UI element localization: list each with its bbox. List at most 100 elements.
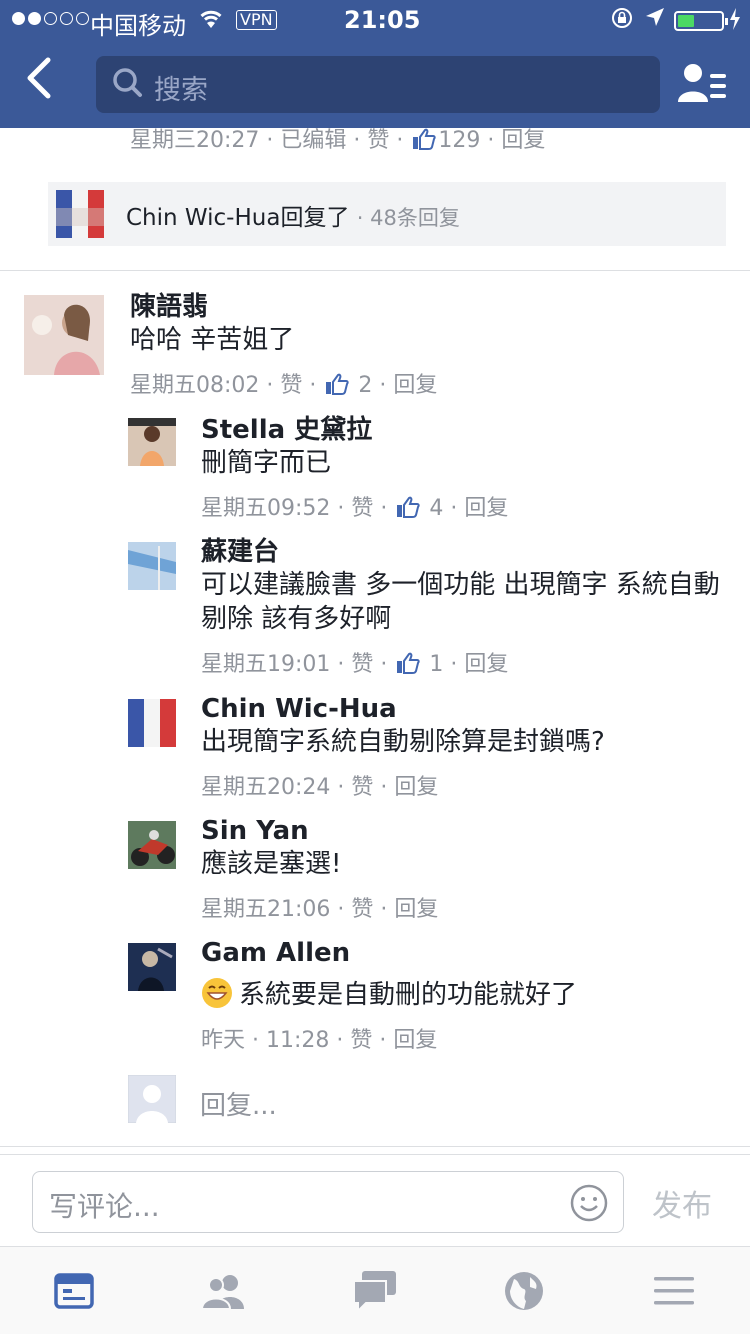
comment-placeholder: 写评论...	[49, 1190, 160, 1223]
reply-link[interactable]: 回复	[393, 373, 437, 398]
comment-time: 昨天 · 11:28	[201, 1028, 330, 1053]
thumbs-up-icon	[413, 128, 437, 150]
friend-requests-button[interactable]	[678, 62, 728, 110]
comment-text: 可以建議臉書 多一個功能 出現簡字 系統自動剔除 該有多好啊	[201, 570, 720, 634]
like-link[interactable]: 赞	[351, 897, 373, 922]
emoji-button[interactable]	[569, 1183, 609, 1227]
friend-requests-icon	[678, 64, 726, 102]
comment-text-row: 系統要是自動刪的功能就好了	[201, 977, 741, 1012]
search-bar[interactable]: 搜索	[96, 56, 660, 113]
news-feed-icon	[54, 1273, 94, 1309]
like-link[interactable]: 赞	[351, 496, 373, 521]
tab-menu[interactable]	[652, 1269, 698, 1315]
like-count: 4	[429, 496, 444, 521]
like-link[interactable]: 赞	[351, 775, 373, 800]
like-count: 129	[438, 128, 481, 153]
comment-text: 系統要是自動刪的功能就好了	[239, 980, 578, 1010]
search-placeholder: 搜索	[154, 75, 208, 106]
comment-text: 應該是塞選!	[201, 849, 342, 879]
like-link[interactable]: 赞	[350, 1028, 372, 1053]
thumbs-up-icon	[397, 496, 421, 518]
comment-time: 星期三20:27	[130, 128, 260, 153]
menu-icon	[654, 1277, 694, 1305]
avatar[interactable]	[128, 542, 176, 590]
tab-messages[interactable]	[352, 1269, 398, 1315]
comment-author[interactable]: Chin Wic-Hua	[201, 693, 741, 725]
comment-text: 刪簡字而已	[201, 448, 332, 478]
like-count: 1	[429, 652, 444, 677]
signal-strength-icon	[12, 12, 89, 25]
reply-link[interactable]: 回复	[501, 128, 545, 153]
reply-placeholder: 回复...	[200, 1091, 277, 1121]
comment-time: 星期五19:01	[201, 652, 331, 677]
like-link[interactable]: 赞	[280, 373, 302, 398]
default-avatar-icon	[127, 1074, 177, 1124]
reply-link[interactable]: 回复	[464, 652, 508, 677]
comment-meta: 星期五21:06 · 赞 · 回复	[201, 897, 439, 922]
location-arrow-icon	[644, 6, 666, 36]
back-button[interactable]	[24, 56, 64, 112]
vpn-badge: VPN	[236, 10, 277, 30]
reply-link[interactable]: 回复	[464, 496, 508, 521]
comment-meta: 星期五20:24 · 赞 · 回复	[201, 775, 439, 800]
comment-meta: 昨天 · 11:28 · 赞 · 回复	[201, 1028, 438, 1053]
comment-author[interactable]: Gam Allen	[201, 937, 741, 969]
like-link[interactable]: 赞	[367, 128, 389, 153]
avatar[interactable]	[128, 699, 176, 747]
avatar	[56, 190, 104, 238]
reply-link[interactable]: 回复	[394, 897, 438, 922]
notifications-globe-icon	[505, 1272, 543, 1310]
reply-count: 48条回复	[370, 206, 460, 230]
thumbs-up-icon	[397, 652, 421, 674]
comment-text: 出現簡字系統自動剔除算是封鎖嗎?	[201, 727, 605, 757]
reply-author: Chin Wic-Hua	[126, 205, 281, 231]
comment-time: 星期五20:24	[201, 775, 331, 800]
thumbs-up-icon	[326, 373, 350, 395]
chevron-left-icon	[27, 57, 51, 99]
divider	[0, 1146, 750, 1147]
comment-meta: 星期五19:01 · 赞 · 1 · 回复	[201, 652, 509, 677]
comment-text: 哈哈 辛苦姐了	[130, 325, 295, 355]
carrier-label: 中国移动	[90, 12, 186, 40]
reply-input-row[interactable]: 回复...	[127, 1074, 277, 1127]
rotation-lock-icon	[610, 6, 634, 36]
publish-button[interactable]: 发布	[652, 1181, 712, 1225]
divider	[0, 270, 750, 271]
comment-composer: 写评论... 发布	[0, 1154, 750, 1246]
comment-meta: 星期五08:02 · 赞 · 2 · 回复	[130, 373, 438, 398]
comment-input[interactable]: 写评论...	[32, 1171, 624, 1233]
tab-bar	[0, 1246, 750, 1334]
comment-time: 星期五09:52	[201, 496, 331, 521]
comment-author[interactable]: Sin Yan	[201, 815, 741, 847]
wifi-icon	[198, 6, 224, 36]
app-header: 中国移动 VPN 21:05 搜索	[0, 0, 750, 128]
smiley-icon	[570, 1184, 608, 1222]
avatar[interactable]	[128, 821, 176, 869]
tab-notifications[interactable]	[502, 1269, 548, 1315]
comment-meta: 星期五09:52 · 赞 · 4 · 回复	[201, 496, 509, 521]
edited-label: 已编辑	[280, 128, 347, 153]
status-bar: 中国移动 VPN 21:05	[0, 0, 750, 40]
messages-icon	[353, 1271, 396, 1314]
charging-bolt-icon	[728, 6, 742, 38]
tab-friends[interactable]	[200, 1269, 246, 1315]
battery-icon	[674, 11, 728, 31]
comment-author[interactable]: 陳語翡	[130, 291, 730, 323]
avatar[interactable]	[24, 295, 104, 375]
like-link[interactable]: 赞	[351, 652, 373, 677]
like-count: 2	[358, 373, 373, 398]
collapsed-reply-label: Chin Wic-Hua回复了 · 48条回复	[126, 205, 460, 231]
avatar[interactable]	[128, 943, 176, 991]
collapsed-replies-bar[interactable]: Chin Wic-Hua回复了 · 48条回复	[48, 182, 726, 246]
comment-author[interactable]: 蘇建台	[201, 536, 741, 568]
reply-link[interactable]: 回复	[393, 1028, 437, 1053]
search-icon	[112, 66, 144, 104]
tab-news-feed[interactable]	[52, 1269, 98, 1315]
friends-icon	[200, 1275, 244, 1310]
comment-time: 星期五08:02	[130, 373, 260, 398]
grinning-emoji-icon	[202, 978, 232, 1008]
top-comment-meta: 星期三20:27 · 已编辑 · 赞 · 129 · 回复	[130, 128, 546, 153]
comment-author[interactable]: Stella 史黛拉	[201, 414, 721, 446]
reply-link[interactable]: 回复	[394, 775, 438, 800]
avatar[interactable]	[128, 418, 176, 466]
